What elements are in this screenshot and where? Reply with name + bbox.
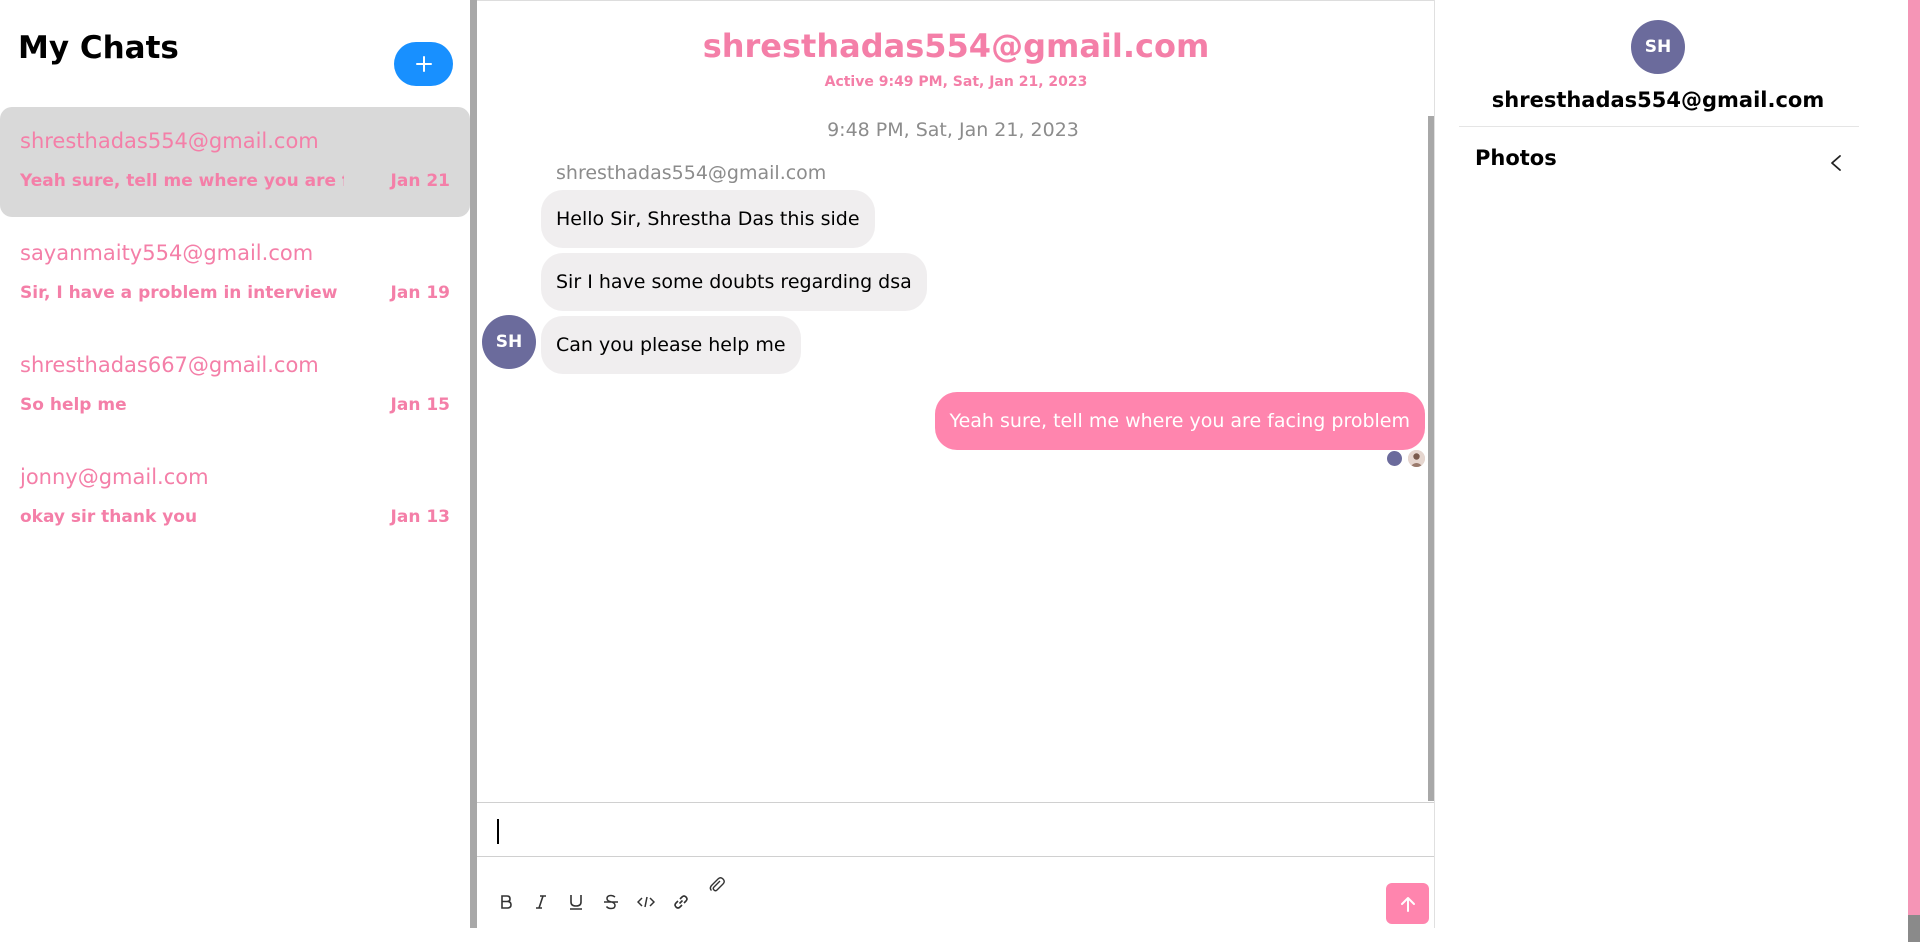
bold-icon[interactable] [494,890,518,914]
chat-item-email: sayanmaity554@gmail.com [20,241,314,265]
message-composer [477,802,1435,929]
chat-list-item[interactable]: sayanmaity554@gmail.com Sir, I have a pr… [0,219,470,329]
link-icon[interactable] [669,890,693,914]
chevron-left-icon[interactable] [1823,150,1849,176]
chat-item-email: shresthadas554@gmail.com [20,129,319,153]
chat-item-email: jonny@gmail.com [20,465,209,489]
outgoing-message-bubble: Yeah sure, tell me where you are facing … [934,392,1425,450]
profile-panel: SH shresthadas554@gmail.com Photos [1435,0,1908,942]
text-cursor [497,819,499,844]
sidebar-title: My Chats [18,30,179,66]
chat-item-preview: So help me [20,395,127,415]
chat-item-preview: okay sir thank you [20,507,198,527]
chat-header-status: Active 9:49 PM, Sat, Jan 21, 2023 [824,74,1088,90]
divider [1459,126,1859,127]
chat-item-preview: Sir, I have a problem in interview quest… [20,283,344,303]
chat-header-title: shresthadas554@gmail.com [702,27,1210,65]
chat-list-item[interactable]: jonny@gmail.com okay sir thank you Jan 1… [0,443,470,553]
message-timestamp: 9:48 PM, Sat, Jan 21, 2023 [827,119,1079,141]
avatar: SH [482,315,536,369]
page-scrollbar-thumb[interactable] [1908,915,1920,942]
chat-item-preview: Yeah sure, tell me where you are facing … [20,171,344,191]
chat-list-item[interactable]: shresthadas667@gmail.com So help me Jan … [0,331,470,441]
arrow-up-icon [1400,896,1415,912]
code-icon[interactable] [634,890,658,914]
read-receipt-avatar [1387,451,1402,466]
avatar: SH [1631,20,1685,74]
chat-window: shresthadas554@gmail.com Active 9:49 PM,… [477,0,1435,928]
read-receipt-avatar [1408,450,1425,467]
incoming-message-bubble: Hello Sir, Shrestha Das this side [541,190,875,248]
incoming-message-bubble: Can you please help me [541,316,801,374]
photos-section-label: Photos [1475,146,1557,170]
page-scrollbar-track [1908,0,1920,942]
message-sender-name: shresthadas554@gmail.com [556,162,827,184]
chat-list-item[interactable]: shresthadas554@gmail.com Yeah sure, tell… [0,107,470,217]
chat-item-email: shresthadas667@gmail.com [20,353,319,377]
incoming-message-bubble: Sir I have some doubts regarding dsa [541,253,927,311]
chat-item-date: Jan 21 [390,171,450,191]
sidebar-scrollbar[interactable] [470,0,477,928]
plus-icon [415,56,432,72]
chat-item-date: Jan 15 [390,395,450,415]
profile-email: shresthadas554@gmail.com [1491,88,1825,112]
underline-icon[interactable] [564,890,588,914]
new-chat-button[interactable] [394,42,453,86]
italic-icon[interactable] [529,890,553,914]
chat-item-date: Jan 13 [390,507,450,527]
attachment-icon[interactable] [705,873,729,897]
send-button[interactable] [1386,883,1429,924]
message-input[interactable] [477,803,1435,857]
chat-item-date: Jan 19 [390,283,450,303]
strikethrough-icon[interactable] [599,890,623,914]
chat-list-sidebar: My Chats shresthadas554@gmail.com Yeah s… [0,0,470,942]
user-photo-icon [1408,450,1425,467]
